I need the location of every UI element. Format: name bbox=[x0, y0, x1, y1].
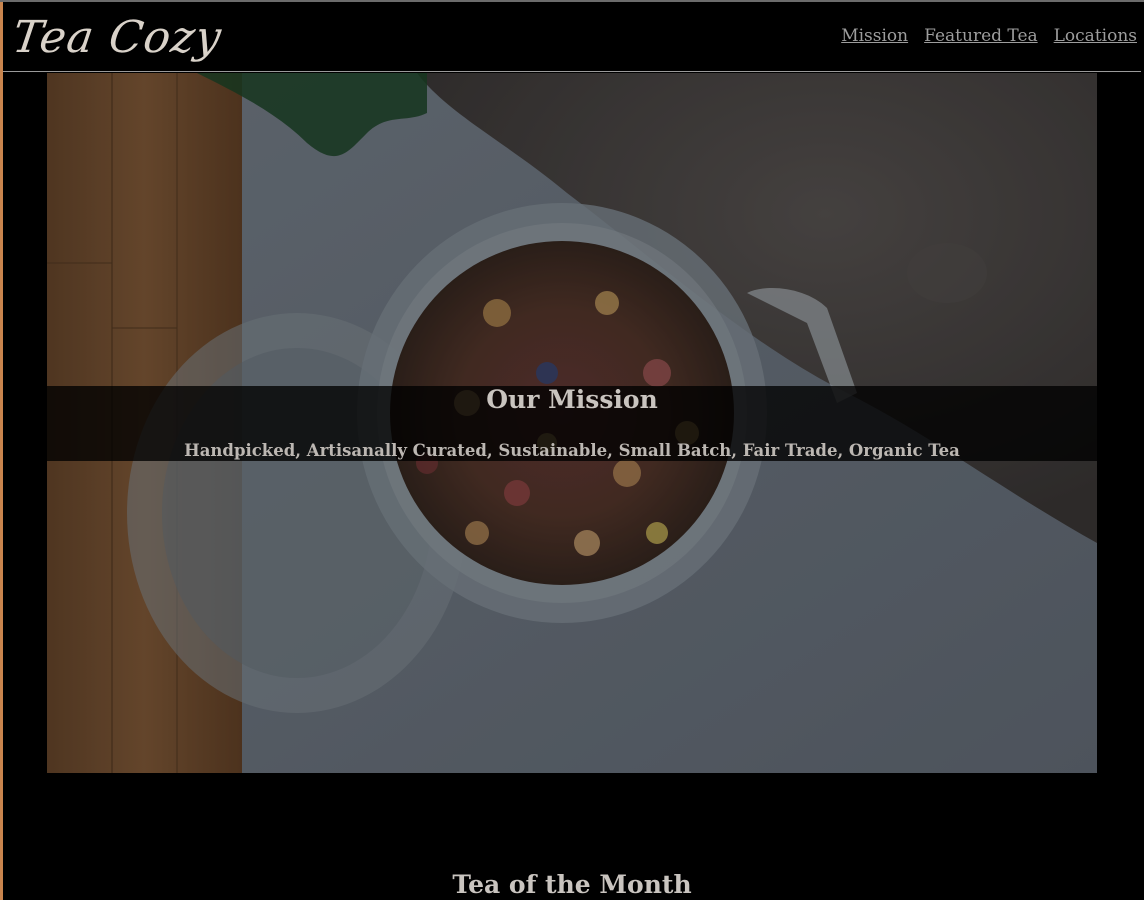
nav-link-mission[interactable]: Mission bbox=[841, 26, 908, 46]
nav-link-locations[interactable]: Locations bbox=[1054, 26, 1137, 46]
mission-tagline: Handpicked, Artisanally Curated, Sustain… bbox=[184, 441, 960, 460]
tea-of-the-month-heading: Tea of the Month bbox=[452, 870, 692, 899]
mission-title: Our Mission bbox=[486, 385, 658, 414]
mission-hero: Our Mission Handpicked, Artisanally Cura… bbox=[47, 73, 1097, 773]
site-logo[interactable]: Tea Cozy bbox=[9, 10, 225, 66]
window-edge bbox=[0, 0, 3, 900]
site-header: Tea Cozy Mission Featured Tea Locations bbox=[3, 2, 1141, 72]
main-nav: Mission Featured Tea Locations bbox=[841, 26, 1137, 46]
mission-banner: Our Mission Handpicked, Artisanally Cura… bbox=[47, 385, 1097, 461]
nav-link-featured-tea[interactable]: Featured Tea bbox=[924, 26, 1038, 46]
page: Tea Cozy Mission Featured Tea Locations bbox=[0, 0, 1144, 900]
